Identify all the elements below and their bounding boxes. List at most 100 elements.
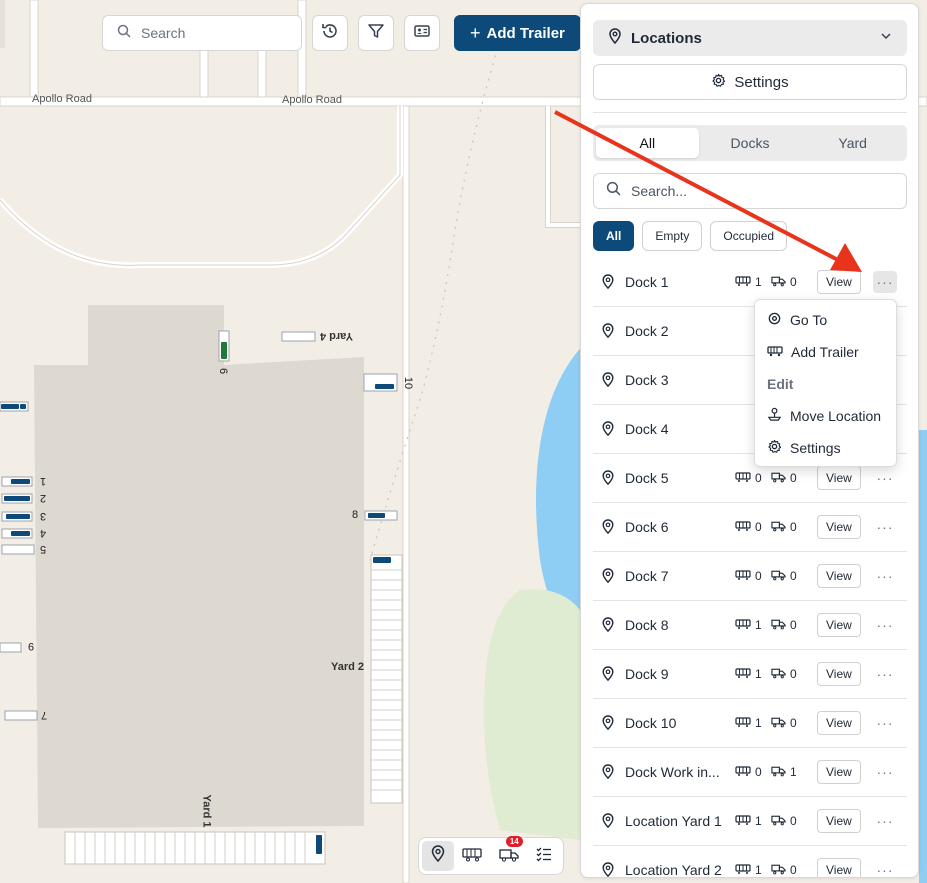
road-label: Apollo Road (282, 94, 342, 106)
view-button[interactable]: View (817, 515, 861, 539)
trailer-icon (735, 618, 751, 633)
tab-all[interactable]: All (596, 128, 699, 158)
gear-icon (711, 73, 726, 92)
truck-count: 0 (790, 471, 797, 485)
trailer-count: 1 (755, 667, 762, 681)
location-row[interactable]: Dock 6 0 0 View ··· (593, 503, 907, 552)
view-button[interactable]: View (817, 858, 861, 877)
location-name: Location Yard 2 (625, 862, 722, 878)
location-counts: 10 (735, 814, 802, 829)
location-type-tabs: All Docks Yard (593, 125, 907, 161)
view-button[interactable]: View (817, 711, 861, 735)
truck-count: 0 (790, 520, 797, 534)
location-row[interactable]: Dock 10 1 0 View ··· (593, 699, 907, 748)
menu-item-label: Add Trailer (791, 344, 859, 360)
location-name: Location Yard 1 (625, 813, 722, 829)
trailer-count: 0 (755, 569, 762, 583)
map-pin-icon (601, 568, 617, 584)
location-counts: 00 (735, 569, 802, 584)
location-row[interactable]: Dock 9 1 0 View ··· (593, 650, 907, 699)
view-button[interactable]: View (817, 809, 861, 833)
menu-item-move-location[interactable]: Move Location (755, 400, 896, 432)
more-options-icon[interactable]: ··· (873, 614, 897, 636)
more-options-icon[interactable]: ··· (873, 761, 897, 783)
map-pin-icon (601, 666, 617, 682)
menu-item-label: Go To (790, 312, 828, 328)
add-trailer-label: Add Trailer (486, 24, 565, 42)
view-button[interactable]: View (817, 760, 861, 784)
more-options-icon[interactable]: ··· (873, 467, 897, 489)
view-button[interactable]: View (817, 613, 861, 637)
filter-button[interactable] (358, 15, 394, 51)
more-options-icon[interactable]: ··· (873, 859, 897, 877)
locations-mode-button[interactable] (422, 841, 455, 871)
trailer-count: 0 (755, 520, 762, 534)
truck-count: 0 (790, 814, 797, 828)
map-pin-icon (430, 844, 446, 868)
location-counts: 10 (735, 667, 802, 682)
crosshair-icon (767, 311, 782, 329)
occupancy-filters: All Empty Occupied (593, 221, 788, 251)
more-options-icon[interactable]: ··· (873, 516, 897, 538)
spot-number: 9 (28, 640, 35, 652)
tasks-mode-button[interactable] (528, 841, 560, 871)
view-button[interactable]: View (817, 662, 861, 686)
trailer-count: 1 (755, 275, 762, 289)
location-search-input[interactable] (631, 183, 871, 199)
location-counts: 01 (735, 765, 802, 780)
location-name: Dock 6 (625, 519, 669, 535)
tab-docks[interactable]: Docks (699, 128, 802, 158)
trailer-count: 1 (755, 716, 762, 730)
more-options-icon[interactable]: ··· (873, 565, 897, 587)
truck-count: 0 (790, 569, 797, 583)
menu-item-add-trailer[interactable]: Add Trailer (755, 336, 896, 368)
gear-icon (767, 439, 782, 457)
location-row[interactable]: Dock 7 0 0 View ··· (593, 552, 907, 601)
trailer-count: 1 (755, 814, 762, 828)
map-pin-icon (601, 813, 617, 829)
panel-settings-label: Settings (734, 73, 789, 91)
location-counts: 10 (735, 863, 802, 878)
map-search-input[interactable] (141, 25, 281, 41)
more-options-icon[interactable]: ··· (873, 810, 897, 832)
truck-icon (771, 275, 786, 290)
location-counts: 00 (735, 520, 802, 535)
menu-item-label: Move Location (790, 408, 882, 424)
map-pin-icon (601, 764, 617, 780)
location-name: Dock 2 (625, 323, 669, 339)
view-button[interactable]: View (817, 270, 861, 294)
menu-item-go-to[interactable]: Go To (755, 304, 896, 336)
tab-yard[interactable]: Yard (801, 128, 904, 158)
truck-icon (771, 471, 786, 486)
filter-icon (367, 22, 385, 45)
menu-item-settings[interactable]: Settings (755, 432, 896, 464)
location-row[interactable]: Dock Work in... 0 1 View ··· (593, 748, 907, 797)
location-row[interactable]: Location Yard 2 1 0 View ··· (593, 846, 907, 878)
view-button[interactable]: View (817, 564, 861, 588)
filter-all[interactable]: All (593, 221, 635, 251)
history-button[interactable] (312, 15, 348, 51)
location-context-menu: Go To Add Trailer Edit Move Location Set… (754, 299, 897, 467)
more-options-icon[interactable]: ··· (873, 712, 897, 734)
trucks-mode-button[interactable]: 14 (493, 836, 525, 871)
road-label: Apollo Road (32, 93, 92, 105)
more-options-icon[interactable]: ··· (873, 663, 897, 685)
view-button[interactable]: View (817, 466, 861, 490)
location-row[interactable]: Location Yard 1 1 0 View ··· (593, 797, 907, 846)
trailers-mode-button[interactable] (457, 841, 489, 871)
add-trailer-button[interactable]: + Add Trailer (454, 15, 581, 51)
trailer-icon (735, 863, 751, 878)
panel-settings-button[interactable]: Settings (593, 64, 907, 100)
filter-occupied[interactable]: Occupied (710, 221, 788, 251)
location-name: Dock 1 (625, 274, 669, 290)
id-card-button[interactable] (404, 15, 440, 51)
filter-empty[interactable]: Empty (642, 221, 703, 251)
more-options-icon[interactable]: ··· (873, 271, 897, 293)
location-search[interactable] (593, 173, 907, 209)
trailer-icon (735, 765, 751, 780)
map-search[interactable] (102, 15, 302, 51)
trailer-icon (735, 814, 751, 829)
location-row[interactable]: Dock 8 1 0 View ··· (593, 601, 907, 650)
locations-dropdown[interactable]: Locations (593, 20, 907, 56)
map-toolbar: + Add Trailer (102, 15, 581, 51)
